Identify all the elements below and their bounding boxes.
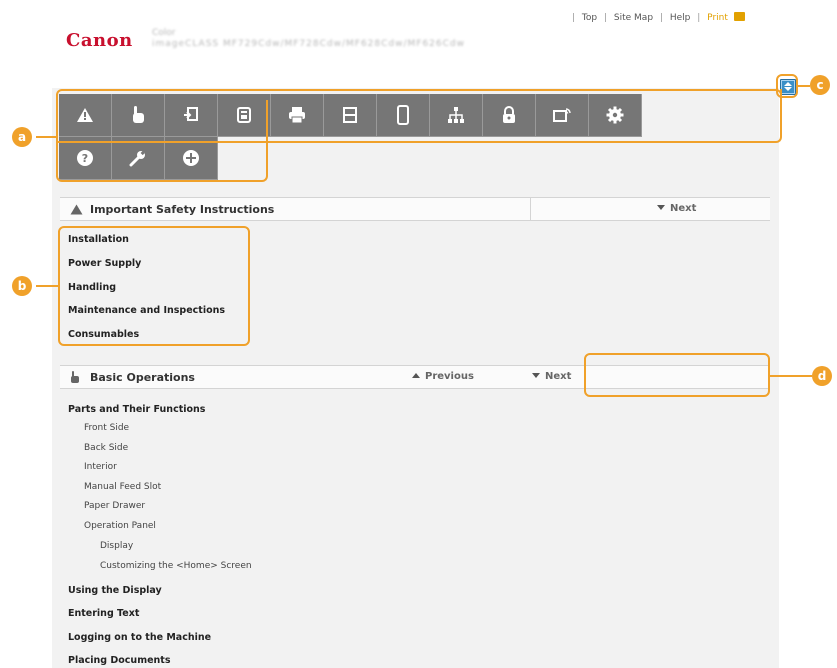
section-title-safety: Important Safety Instructions (90, 203, 275, 216)
basic-link[interactable]: Parts and Their Functions (68, 404, 205, 415)
basic-link[interactable]: Display (100, 541, 133, 551)
top-link[interactable]: Top (582, 13, 597, 23)
basic-link[interactable]: Interior (84, 462, 117, 472)
basic-link[interactable]: Customizing the <Home> Screen (100, 561, 252, 571)
callout-a-marker: a (12, 127, 32, 147)
callout-d-frame (584, 353, 770, 397)
section-title-basic: Basic Operations (90, 371, 195, 384)
callout-b-frame (58, 226, 250, 346)
triangle-up-icon (412, 373, 420, 378)
callout-d-line (770, 375, 812, 377)
triangle-down-icon (532, 373, 540, 378)
callout-c-frame (776, 74, 798, 98)
basic-previous-link[interactable]: Previous (412, 371, 474, 382)
section-header-safety: Important Safety Instructions Next (60, 197, 770, 221)
callout-a-frame-bottom (56, 100, 268, 182)
basic-link[interactable]: Back Side (84, 443, 128, 453)
callout-a-line (36, 136, 56, 138)
model-line-1: Color (152, 28, 176, 38)
callout-c-line (798, 85, 810, 87)
callout-c-marker: c (810, 75, 830, 95)
print-link[interactable]: Print (707, 13, 728, 23)
basic-link[interactable]: Logging on to the Machine (68, 632, 211, 643)
basic-link[interactable]: Placing Documents (68, 655, 171, 666)
model-line-2: imageCLASS MF729Cdw/MF728Cdw/MF628Cdw/MF… (152, 39, 465, 49)
callout-b-marker: b (12, 276, 32, 296)
canon-logo: Canon (66, 30, 133, 51)
top-links: | Top | Site Map | Help | Print (568, 12, 745, 23)
basic-link[interactable]: Operation Panel (84, 521, 156, 531)
safety-nav: Next (530, 198, 771, 220)
basic-next-link[interactable]: Next (532, 371, 571, 382)
basic-link[interactable]: Using the Display (68, 585, 162, 596)
basic-link[interactable]: Entering Text (68, 608, 139, 619)
basic-link[interactable]: Paper Drawer (84, 501, 145, 511)
basic-link[interactable]: Front Side (84, 423, 129, 433)
basic-nav: Previous Next (360, 366, 580, 388)
site-map-link[interactable]: Site Map (614, 13, 653, 23)
print-icon[interactable] (733, 12, 745, 21)
triangle-down-icon (657, 205, 665, 210)
callout-d-marker: d (812, 366, 832, 386)
warning-icon (70, 204, 83, 215)
hand-icon (71, 371, 79, 383)
basic-link[interactable]: Manual Feed Slot (84, 482, 161, 492)
help-link[interactable]: Help (670, 13, 691, 23)
safety-next-link[interactable]: Next (657, 203, 696, 214)
callout-b-line (36, 285, 58, 287)
model-name: Color imageCLASS MF729Cdw/MF728Cdw/MF628… (152, 28, 465, 50)
